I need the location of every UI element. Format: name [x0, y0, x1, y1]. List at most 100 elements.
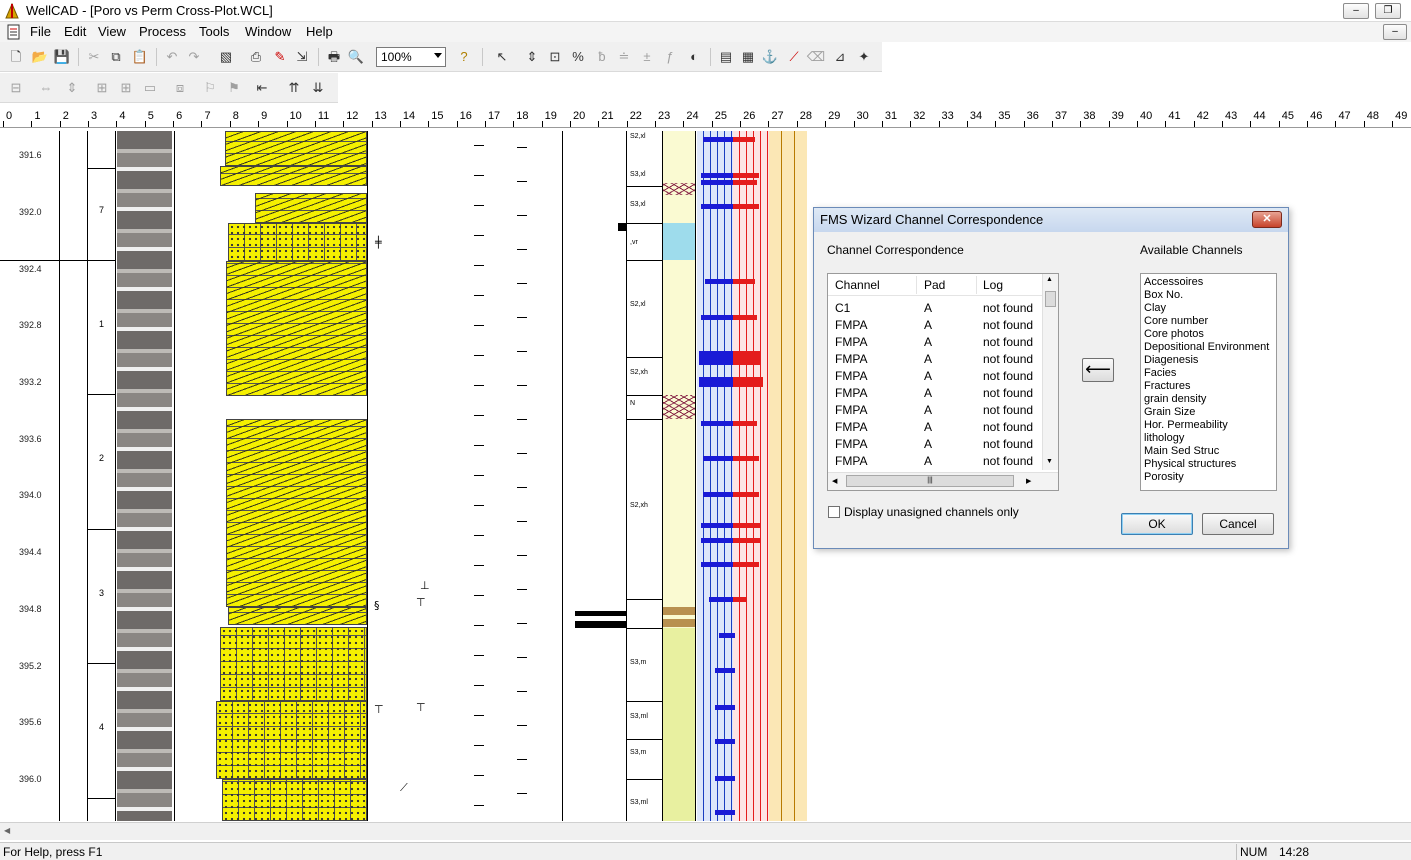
table-row[interactable]: FMPA Anot found — [828, 351, 1042, 368]
column-header-log[interactable]: Log — [983, 278, 1003, 292]
available-channel-item[interactable]: Accessoires — [1144, 276, 1203, 288]
menu-view[interactable]: View — [98, 24, 126, 39]
channel-correspondence-list[interactable]: Channel Pad Log C1 Anot found FMPA Anot fou… — [827, 273, 1059, 491]
height-icon[interactable]: ⇕ — [62, 78, 82, 98]
lithology-block[interactable] — [226, 261, 367, 396]
align-left-icon[interactable]: ⊟ — [6, 78, 26, 98]
menu-help[interactable]: Help — [306, 24, 333, 39]
horizontal-scrollbar[interactable]: ◀ ||| ▶ — [828, 472, 1058, 490]
ok-button[interactable]: OK — [1121, 513, 1193, 535]
dialog-title-bar[interactable]: FMS Wizard Channel Correspondence ✕ — [814, 208, 1288, 232]
table-row[interactable]: FMPA Anot found — [828, 385, 1042, 402]
minimize-button[interactable]: ‒ — [1343, 3, 1369, 19]
anchor-icon[interactable]: ⚓ — [760, 47, 780, 67]
import-icon[interactable]: ⇲ — [292, 47, 312, 67]
log-plot[interactable]: 391.6 392.0 392.4 392.8 393.2 393.6 394.… — [0, 131, 808, 821]
cut-icon[interactable]: ✂ — [84, 47, 104, 67]
table-icon[interactable]: ▦ — [738, 47, 758, 67]
sort-asc-icon[interactable]: ⇈ — [284, 78, 304, 98]
menu-edit[interactable]: Edit — [64, 24, 86, 39]
table-row[interactable]: FMPA Anot found — [828, 317, 1042, 334]
select-pointer-icon[interactable]: ↖ — [492, 47, 512, 67]
vertical-scrollbar[interactable]: ▲ ▼ — [1042, 274, 1058, 470]
available-channel-item[interactable]: Hor. Permeability — [1144, 419, 1228, 431]
link-icon[interactable]: ⧈ — [170, 78, 190, 98]
table-row[interactable]: C1 Anot found — [828, 300, 1042, 317]
edit-line-icon[interactable]: ⟋ — [784, 47, 804, 67]
redo-icon[interactable]: ↷ — [184, 47, 204, 67]
available-channel-item[interactable]: lithology — [1144, 432, 1184, 444]
eraser-icon[interactable]: ⌫ — [806, 47, 826, 67]
lithology-block[interactable] — [226, 419, 367, 607]
available-channel-item[interactable]: Diagenesis — [1144, 354, 1198, 366]
restore-button[interactable]: ❐ — [1375, 3, 1401, 19]
menu-process[interactable]: Process — [139, 24, 186, 39]
scroll-up-icon[interactable]: ▲ — [1046, 276, 1053, 283]
assign-channel-button[interactable]: ⟵ — [1082, 358, 1114, 382]
scroll-thumb[interactable]: ||| — [846, 475, 1014, 487]
save-icon[interactable]: 💾 — [52, 47, 72, 67]
formula-icon[interactable]: ƒ — [660, 47, 680, 67]
table-row[interactable]: FMPA Anot found — [828, 334, 1042, 351]
available-channel-item[interactable]: Grain Size — [1144, 406, 1195, 418]
tool-a-icon[interactable]: ƀ — [592, 47, 612, 67]
tool-c-icon[interactable]: ± — [637, 47, 657, 67]
available-channel-item[interactable]: Fractures — [1144, 380, 1190, 392]
lithology-block[interactable] — [216, 701, 367, 779]
print-preview-icon[interactable]: ⎙ — [246, 47, 266, 67]
available-channel-item[interactable]: Clay — [1144, 302, 1166, 314]
percent-icon[interactable]: % — [568, 47, 588, 67]
menu-file[interactable]: File — [30, 24, 51, 39]
print-icon[interactable]: 🖶 — [324, 47, 344, 67]
table-row[interactable]: FMPA Anot found — [828, 368, 1042, 385]
lithology-block[interactable] — [228, 223, 367, 261]
available-channel-item[interactable]: Physical structures — [1144, 458, 1236, 470]
available-channel-item[interactable]: Facies — [1144, 367, 1176, 379]
table-row[interactable]: FMPA Anot found — [828, 436, 1042, 453]
undo-icon[interactable]: ↶ — [162, 47, 182, 67]
distribute-v-icon[interactable]: ⊞ — [116, 78, 136, 98]
help-icon[interactable]: ? — [454, 47, 474, 67]
flag-a-icon[interactable]: ⚐ — [200, 78, 220, 98]
scroll-right-icon[interactable]: ▶ — [1026, 477, 1031, 485]
inner-minimize-button[interactable]: ‒ — [1383, 24, 1407, 40]
lithology-block[interactable] — [222, 779, 367, 821]
tool-b-icon[interactable]: ≐ — [614, 47, 634, 67]
column-header-channel[interactable]: Channel — [835, 278, 880, 292]
close-button[interactable]: ✕ — [1252, 211, 1282, 228]
distribute-h-icon[interactable]: ⊞ — [92, 78, 112, 98]
scroll-left-icon[interactable]: ◀ — [4, 826, 10, 835]
available-channel-item[interactable]: Core number — [1144, 315, 1208, 327]
copy-icon[interactable]: ⧉ — [106, 47, 126, 67]
shape-icon[interactable]: ⊿ — [830, 47, 850, 67]
cancel-button[interactable]: Cancel — [1202, 513, 1274, 535]
group-icon[interactable]: ▭ — [140, 78, 160, 98]
available-channel-item[interactable]: Core photos — [1144, 328, 1204, 340]
zoom-select[interactable]: 100% — [376, 47, 446, 67]
available-channel-item[interactable]: Main Sed Struc — [1144, 445, 1219, 457]
lithology-block[interactable] — [225, 131, 367, 166]
column-header-pad[interactable]: Pad — [924, 278, 945, 292]
hatch-icon[interactable]: ▧ — [216, 47, 236, 67]
lithology-block[interactable] — [220, 627, 367, 701]
main-horizontal-scrollbar[interactable]: ◀ — [0, 822, 1411, 840]
lithology-block[interactable] — [220, 166, 367, 186]
color-pick-icon[interactable]: ✎ — [270, 47, 290, 67]
menu-tools[interactable]: Tools — [199, 24, 229, 39]
core-photo-strip[interactable] — [117, 131, 172, 821]
palette-icon[interactable]: ◐ — [684, 47, 704, 67]
available-channel-item[interactable]: Depositional Environment — [1144, 341, 1269, 353]
table-row[interactable]: FMPA Anot found — [828, 419, 1042, 436]
paste-icon[interactable]: 📋 — [130, 47, 150, 67]
available-channel-item[interactable]: grain density — [1144, 393, 1206, 405]
preview-icon[interactable]: 🔍 — [346, 47, 366, 67]
page-icon[interactable]: ▤ — [716, 47, 736, 67]
available-channel-item[interactable]: Porosity — [1144, 471, 1184, 483]
sort-desc-icon[interactable]: ⇊ — [308, 78, 328, 98]
scroll-down-icon[interactable]: ▼ — [1046, 458, 1053, 465]
scroll-thumb[interactable] — [1045, 291, 1056, 307]
move-icon[interactable]: ⇕ — [522, 47, 542, 67]
width-icon[interactable]: ⇔ — [36, 78, 56, 98]
table-row[interactable]: FMPA Anot found — [828, 402, 1042, 419]
resize-icon[interactable]: ⊡ — [545, 47, 565, 67]
